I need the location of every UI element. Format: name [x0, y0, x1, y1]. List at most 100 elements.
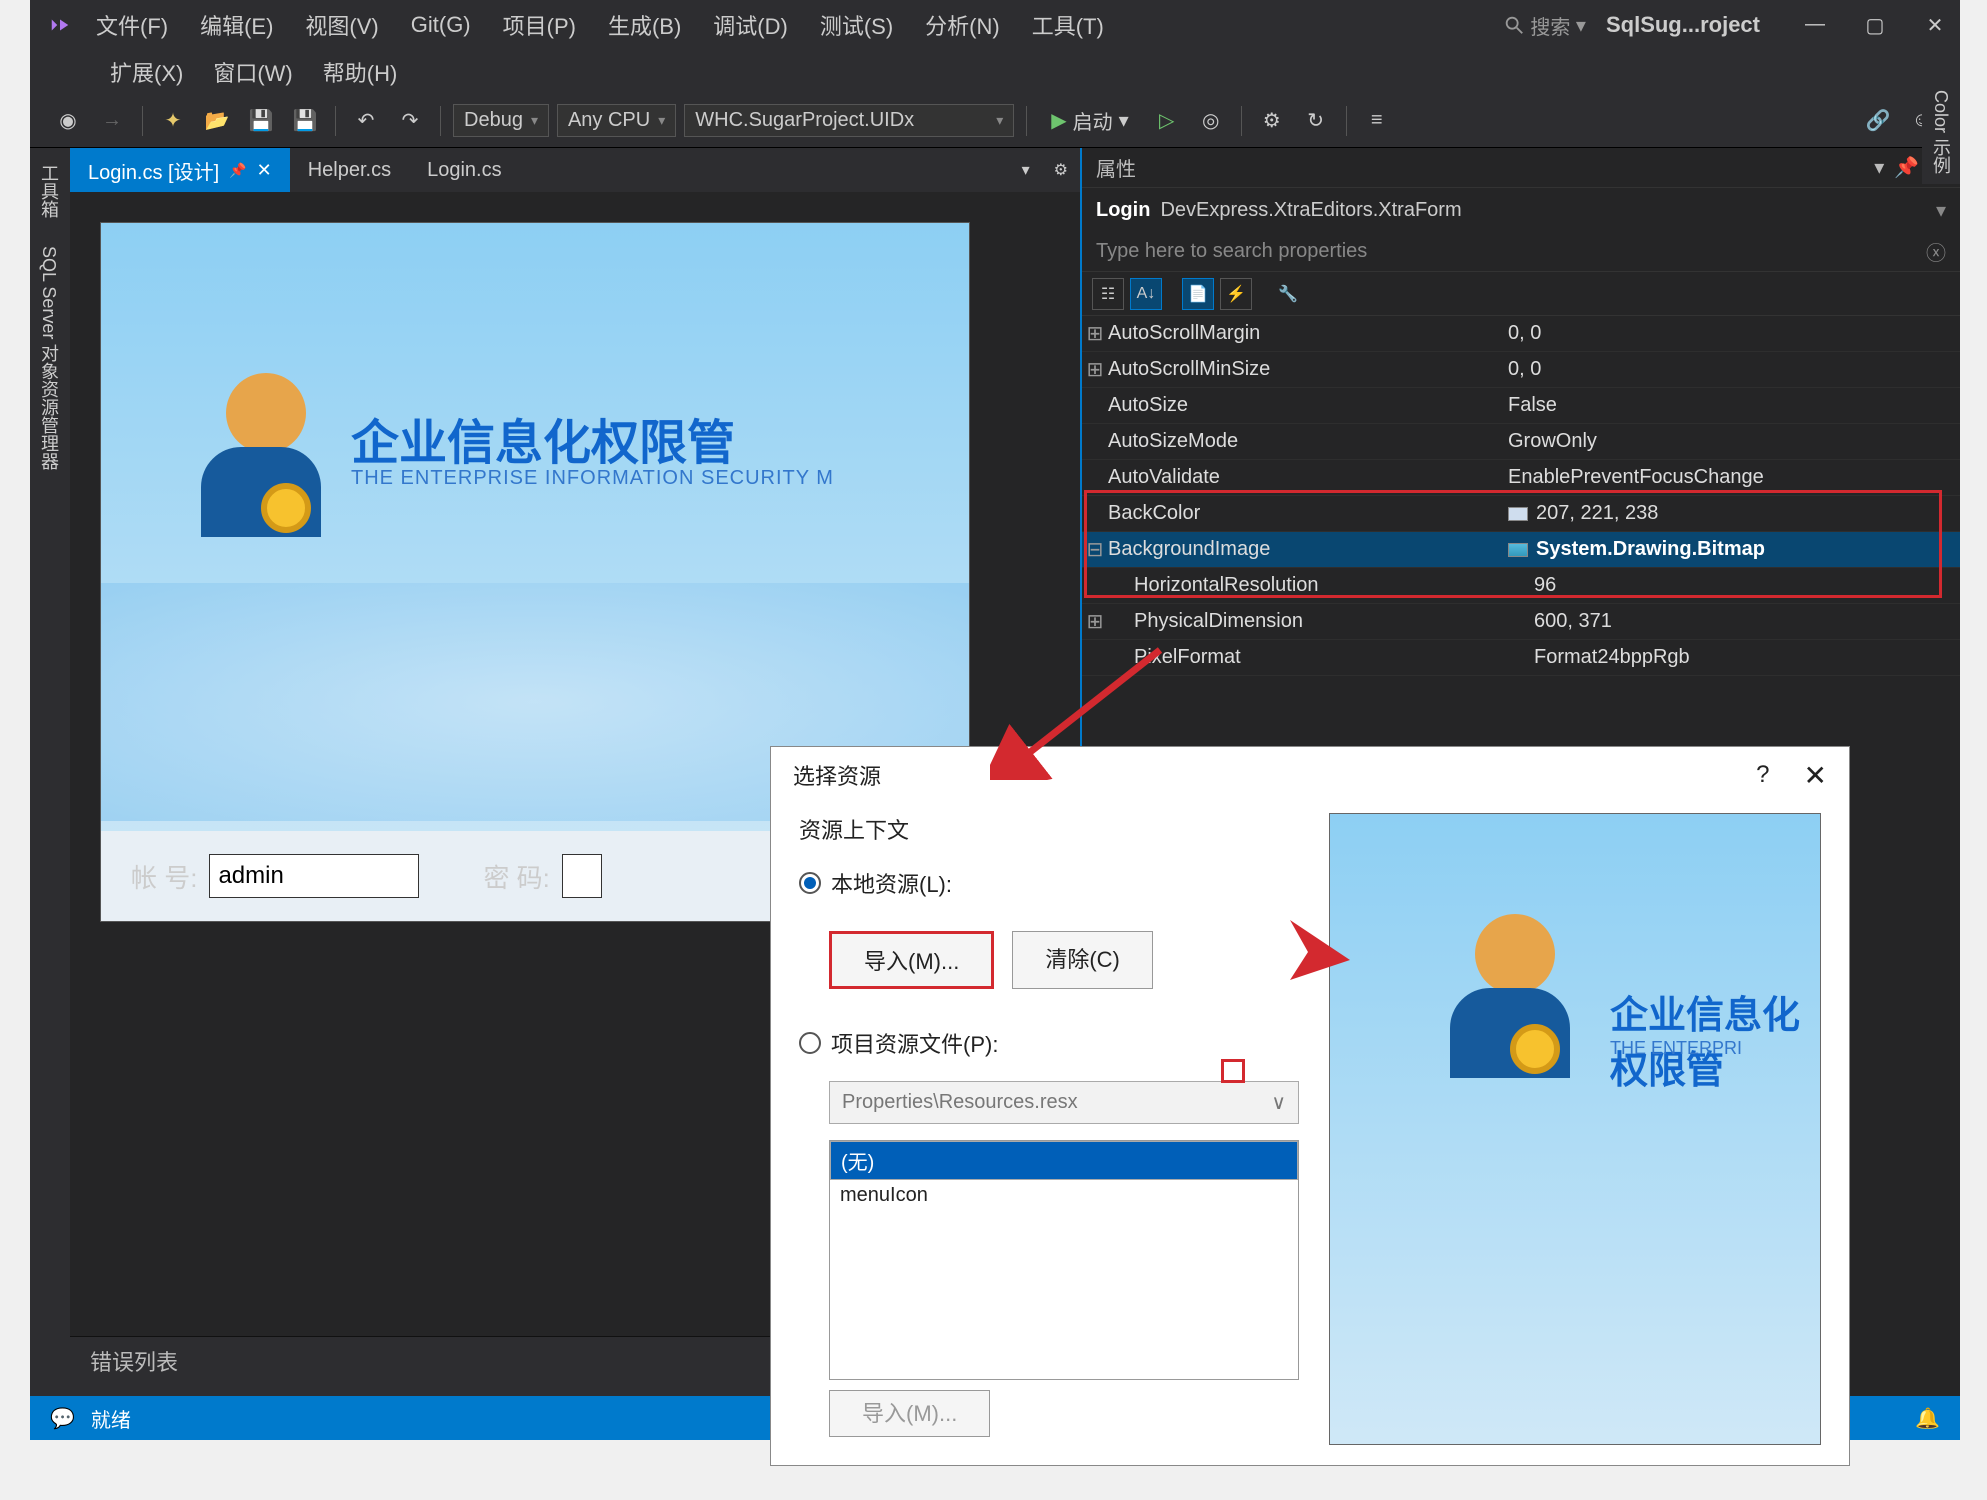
- property-value[interactable]: 207, 221, 238: [1508, 502, 1960, 525]
- properties-button[interactable]: 📄: [1182, 278, 1214, 310]
- dialog-close-button[interactable]: ✕: [1804, 759, 1827, 792]
- local-resource-radio[interactable]: 本地资源(L):: [799, 867, 1299, 899]
- property-row[interactable]: ⊞AutoScrollMinSize0, 0: [1082, 352, 1960, 388]
- expand-icon[interactable]: ⊞: [1082, 609, 1108, 634]
- tabs-settings-icon[interactable]: ⚙: [1042, 160, 1080, 180]
- menu-tools[interactable]: 工具(T): [1016, 5, 1120, 45]
- notifications-icon[interactable]: 🔔: [1915, 1406, 1940, 1431]
- menu-debug[interactable]: 调试(D): [697, 5, 804, 45]
- pin-icon[interactable]: 📌: [229, 162, 246, 179]
- startup-project-dropdown[interactable]: WHC.SugarProject.UIDx▾: [684, 104, 1014, 137]
- menu-view[interactable]: 视图(V): [289, 5, 394, 45]
- sql-explorer-tab[interactable]: SQL Server 对象资源管理器: [30, 240, 70, 476]
- undo-button[interactable]: ↶: [348, 103, 384, 139]
- project-resource-radio[interactable]: 项目资源文件(P):: [799, 1027, 1299, 1059]
- start-without-debug-button[interactable]: ▷: [1149, 103, 1185, 139]
- categorized-button[interactable]: ☷: [1092, 278, 1124, 310]
- property-row[interactable]: AutoValidateEnablePreventFocusChange: [1082, 460, 1960, 496]
- close-button[interactable]: ✕: [1920, 13, 1950, 38]
- menu-test[interactable]: 测试(S): [804, 5, 909, 45]
- property-row[interactable]: AutoSizeModeGrowOnly: [1082, 424, 1960, 460]
- clear-search-icon[interactable]: ⓧ: [1926, 237, 1946, 266]
- property-row[interactable]: ⊞PhysicalDimension600, 371: [1082, 604, 1960, 640]
- status-comment-icon[interactable]: 💬: [50, 1406, 75, 1431]
- tab-login-design[interactable]: Login.cs [设计] 📌 ✕: [70, 148, 290, 193]
- dropdown-icon[interactable]: ▾: [1874, 155, 1884, 180]
- property-value[interactable]: False: [1508, 394, 1960, 417]
- tool-button-3[interactable]: ↻: [1298, 103, 1334, 139]
- alphabetical-button[interactable]: A↓: [1130, 278, 1162, 310]
- property-pages-button[interactable]: 🔧: [1272, 278, 1304, 310]
- property-row[interactable]: ⊞AutoScrollMargin0, 0: [1082, 316, 1960, 352]
- property-row[interactable]: AutoSizeFalse: [1082, 388, 1960, 424]
- maximize-button[interactable]: ▢: [1860, 13, 1890, 38]
- close-tab-icon[interactable]: ✕: [257, 160, 272, 181]
- property-row[interactable]: PixelFormatFormat24bppRgb: [1082, 640, 1960, 676]
- menu-analyze[interactable]: 分析(N): [909, 5, 1016, 45]
- tool-button-4[interactable]: ≡: [1359, 103, 1395, 139]
- resource-list[interactable]: (无) menuIcon: [829, 1140, 1299, 1380]
- radio-label: 本地资源(L):: [831, 867, 952, 899]
- property-row[interactable]: ⊟BackgroundImageSystem.Drawing.Bitmap: [1082, 532, 1960, 568]
- help-button[interactable]: ?: [1756, 761, 1769, 789]
- property-value[interactable]: System.Drawing.Bitmap: [1508, 538, 1960, 561]
- live-share-button[interactable]: 🔗: [1860, 103, 1896, 139]
- new-button[interactable]: ✦: [155, 103, 191, 139]
- username-input[interactable]: [209, 854, 419, 898]
- list-item[interactable]: (无): [830, 1141, 1298, 1180]
- pin-icon[interactable]: 📌: [1894, 155, 1919, 180]
- expand-icon[interactable]: ⊞: [1082, 357, 1108, 382]
- property-value[interactable]: Format24bppRgb: [1534, 646, 1960, 669]
- menu-build[interactable]: 生成(B): [592, 5, 697, 45]
- expand-icon[interactable]: ⊟: [1082, 537, 1108, 562]
- password-input[interactable]: [562, 854, 602, 898]
- properties-search[interactable]: Type here to search properties ⓧ: [1082, 232, 1960, 272]
- menu-file[interactable]: 文件(F): [80, 5, 184, 45]
- menu-git[interactable]: Git(G): [395, 8, 487, 42]
- save-all-button[interactable]: 💾: [287, 103, 323, 139]
- menu-edit[interactable]: 编辑(E): [184, 5, 289, 45]
- property-value[interactable]: 0, 0: [1508, 322, 1960, 345]
- menubar-row2: 扩展(X) 窗口(W) 帮助(H): [30, 50, 1960, 94]
- redo-button[interactable]: ↷: [392, 103, 428, 139]
- property-row[interactable]: BackColor207, 221, 238: [1082, 496, 1960, 532]
- property-value[interactable]: 0, 0: [1508, 358, 1960, 381]
- toolbox-tab[interactable]: 工具箱: [30, 158, 70, 224]
- properties-object[interactable]: Login DevExpress.XtraEditors.XtraForm ▾: [1082, 188, 1960, 232]
- radio-icon: [799, 1032, 821, 1054]
- search-box[interactable]: 搜索 ▾: [1503, 11, 1586, 40]
- start-debug-button[interactable]: ▶启动▾: [1039, 102, 1140, 139]
- tabs-dropdown-icon[interactable]: ▾: [1010, 160, 1042, 180]
- menu-project[interactable]: 项目(P): [487, 5, 592, 45]
- resource-file-dropdown[interactable]: Properties\Resources.resx ∨: [829, 1081, 1299, 1124]
- property-value[interactable]: 96: [1534, 574, 1960, 597]
- menu-extensions[interactable]: 扩展(X): [110, 56, 183, 88]
- tab-helper[interactable]: Helper.cs: [290, 151, 409, 190]
- expand-icon[interactable]: ⊞: [1082, 321, 1108, 346]
- save-button[interactable]: 💾: [243, 103, 279, 139]
- menu-window[interactable]: 窗口(W): [213, 56, 292, 88]
- dialog-body: 资源上下文 本地资源(L): 导入(M)... 清除(C) 项目资源文件(P):…: [771, 803, 1849, 1465]
- property-row[interactable]: HorizontalResolution96: [1082, 568, 1960, 604]
- events-button[interactable]: ⚡: [1220, 278, 1252, 310]
- properties-header: 属性 ▾ 📌 ✕: [1082, 148, 1960, 188]
- open-button[interactable]: 📂: [199, 103, 235, 139]
- menu-help[interactable]: 帮助(H): [323, 56, 398, 88]
- tool-button-2[interactable]: ⚙: [1254, 103, 1290, 139]
- property-value[interactable]: GrowOnly: [1508, 430, 1960, 453]
- minimize-button[interactable]: —: [1800, 13, 1830, 38]
- tool-button-1[interactable]: ◎: [1193, 103, 1229, 139]
- tab-login-cs[interactable]: Login.cs: [409, 151, 520, 190]
- property-value[interactable]: 600, 371: [1534, 610, 1960, 633]
- platform-dropdown[interactable]: Any CPU▾: [557, 104, 676, 137]
- property-value[interactable]: EnablePreventFocusChange: [1508, 466, 1960, 489]
- property-name: AutoSizeMode: [1108, 430, 1508, 453]
- color-example-tab[interactable]: Color 示例: [1922, 80, 1960, 184]
- back-button[interactable]: ◉: [50, 103, 86, 139]
- import-button[interactable]: 导入(M)...: [829, 931, 994, 989]
- import-button-2[interactable]: 导入(M)...: [829, 1390, 990, 1437]
- clear-button[interactable]: 清除(C): [1012, 931, 1153, 989]
- forward-button[interactable]: →: [94, 103, 130, 139]
- list-item[interactable]: menuIcon: [830, 1180, 1298, 1211]
- config-dropdown[interactable]: Debug▾: [453, 104, 549, 137]
